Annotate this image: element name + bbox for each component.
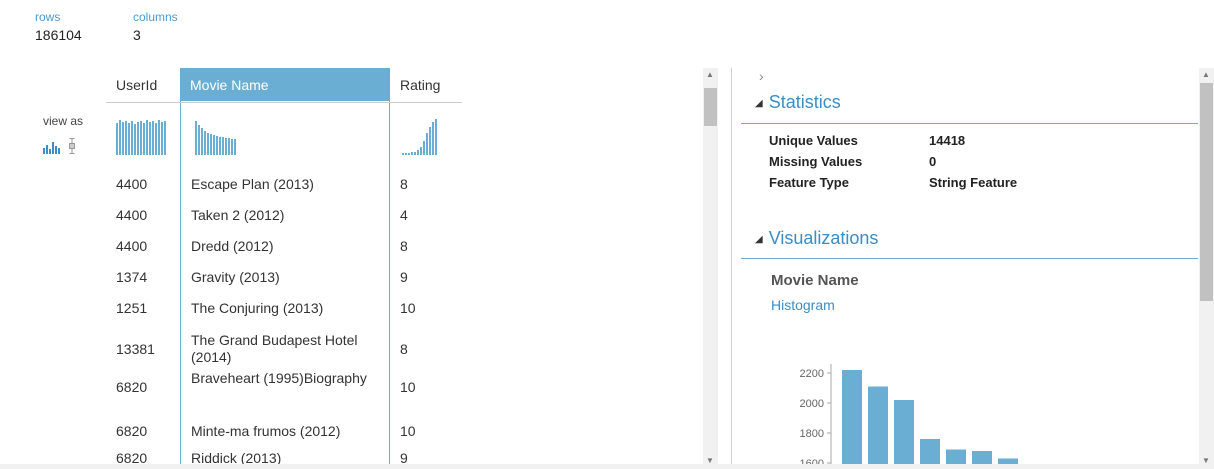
statistics-title: Statistics: [768, 92, 841, 112]
view-as-toggle: [43, 136, 83, 156]
visualizations-rule: [741, 258, 1198, 259]
column-header-rating[interactable]: Rating: [390, 68, 462, 101]
table-scrollbar[interactable]: ▲ ▼: [703, 68, 718, 469]
scroll-up-arrow-icon[interactable]: ▲: [1202, 70, 1210, 79]
columns-count: 3: [133, 27, 141, 43]
visualizations-section-toggle[interactable]: ◢ Visualizations: [755, 228, 878, 249]
cell-userid: 6820: [116, 423, 148, 439]
cell-userid: 6820: [116, 379, 148, 395]
collapse-panel-chevron-icon[interactable]: ›: [759, 68, 764, 84]
scroll-up-arrow-icon[interactable]: ▲: [706, 70, 714, 79]
cell-rating: 10: [400, 423, 416, 439]
cell-userid: 1374: [116, 269, 148, 285]
histogram-bar[interactable]: [842, 370, 862, 469]
histogram-icon[interactable]: [43, 142, 60, 154]
histogram-bar[interactable]: [894, 400, 914, 469]
cell-rating: 9: [400, 269, 408, 285]
stat-missing-values: Missing Values 0: [769, 154, 937, 169]
y-tick-label: 1800: [800, 428, 824, 440]
rating-mini-histogram[interactable]: [402, 119, 446, 155]
statistics-section-toggle[interactable]: ◢ Statistics: [755, 92, 841, 113]
columns-label: columns: [133, 10, 178, 24]
y-tick-label: 2000: [800, 398, 824, 410]
histogram-bar[interactable]: [868, 386, 888, 469]
cell-movie-name: The Grand Budapest Hotel (2014): [191, 332, 358, 365]
cell-rating: 8: [400, 238, 408, 254]
cell-userid: 4400: [116, 176, 148, 192]
cell-movie-name: The Conjuring (2013): [191, 300, 324, 316]
y-tick-label: 2200: [800, 368, 824, 380]
boxplot-icon[interactable]: [69, 138, 75, 154]
pane-divider[interactable]: [731, 68, 732, 469]
statistics-rule: [741, 123, 1198, 124]
cell-userid: 13381: [116, 341, 155, 357]
panel-scrollbar-thumb[interactable]: [1200, 83, 1213, 301]
cell-userid: 4400: [116, 238, 148, 254]
rows-count: 186104: [35, 27, 82, 43]
cell-rating: 8: [400, 176, 408, 192]
cell-userid: 1251: [116, 300, 148, 316]
cell-rating: 10: [400, 300, 416, 316]
stat-unique-values: Unique Values 14418: [769, 133, 966, 148]
view-as-label: view as: [43, 114, 84, 128]
visualization-type-link[interactable]: Histogram: [771, 297, 835, 313]
cell-movie-name: Taken 2 (2012): [191, 207, 285, 223]
expand-triangle-icon: ◢: [755, 233, 763, 245]
movie-name-histogram: 2200200018001600: [800, 364, 1018, 469]
cell-movie-name: Minte-ma frumos (2012): [191, 423, 341, 439]
stat-feature-type: Feature Type String Feature: [769, 175, 1018, 190]
cell-rating: 4: [400, 207, 408, 223]
cell-userid: 4400: [116, 207, 148, 223]
header-divider: [106, 102, 462, 103]
cell-rating: 8: [400, 341, 408, 357]
cell-movie-name: Gravity (2013): [191, 269, 280, 285]
column-header-movie-name[interactable]: Movie Name: [180, 68, 390, 101]
userid-mini-histogram[interactable]: [116, 119, 166, 155]
table-scrollbar-thumb[interactable]: [704, 88, 717, 126]
cell-movie-name: Braveheart (1995)Biography: [191, 370, 367, 386]
cell-rating: 10: [400, 379, 416, 395]
cell-movie-name: Escape Plan (2013): [191, 176, 314, 192]
column-header-userid[interactable]: UserId: [106, 68, 180, 101]
panel-scrollbar[interactable]: ▲ ▼: [1199, 68, 1214, 469]
rows-label: rows: [35, 10, 61, 24]
horizontal-scrollbar[interactable]: [0, 464, 1214, 469]
visualization-column-name: Movie Name: [771, 272, 859, 289]
visualizations-title: Visualizations: [768, 228, 879, 248]
expand-triangle-icon: ◢: [755, 97, 763, 109]
cell-movie-name: Dredd (2012): [191, 238, 274, 254]
movie-name-mini-histogram[interactable]: [195, 119, 245, 155]
column-details-panel: › ◢ Statistics Unique Values 14418 Missing…: [741, 68, 1198, 469]
